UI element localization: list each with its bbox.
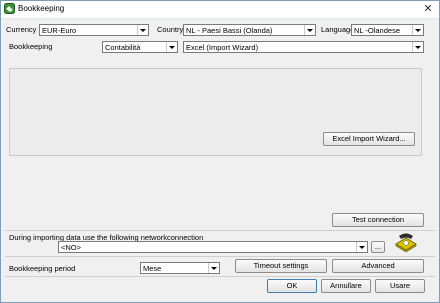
chevron-down-icon[interactable] [137, 25, 148, 35]
country-value: NL - Paesi Bassi (Olanda) [186, 26, 273, 35]
app-icon [4, 3, 15, 14]
bookkeeping-value: Contabilità [105, 43, 141, 52]
close-icon[interactable]: ✕ [421, 2, 435, 16]
period-label: Bookkeeping period [9, 264, 76, 273]
bookkeeping-label: Bookkeeping [9, 42, 53, 51]
period-value: Mese [143, 264, 162, 273]
cancel-button[interactable]: Annullare [321, 279, 371, 293]
chevron-down-icon[interactable] [412, 25, 423, 35]
advanced-button[interactable]: Advanced [332, 259, 424, 273]
separator [5, 276, 435, 277]
timeout-settings-button[interactable]: Timeout settings [235, 259, 327, 273]
chevron-down-icon[interactable] [304, 25, 315, 35]
ok-button[interactable]: OK [267, 279, 317, 293]
language-value: NL -Olandese [354, 26, 400, 35]
separator [5, 230, 435, 231]
telephone-icon [395, 233, 417, 252]
bookkeeping-dialog: Bookkeeping ✕ Currency EUR-Euro Country … [0, 0, 440, 303]
chevron-down-icon[interactable] [356, 242, 367, 252]
network-connection-select[interactable]: <NO> [58, 241, 368, 253]
chevron-down-icon[interactable] [412, 42, 423, 52]
currency-value: EUR-Euro [42, 26, 77, 35]
import-format-value: Excel (Import Wizard) [186, 43, 259, 52]
browse-button[interactable]: ... [371, 241, 385, 253]
country-label: Country [157, 25, 184, 34]
window-title: Bookkeeping [18, 4, 65, 13]
currency-select[interactable]: EUR-Euro [39, 24, 149, 36]
bookkeeping-select[interactable]: Contabilità [102, 41, 178, 53]
title-bar: Bookkeeping ✕ [1, 1, 439, 19]
test-connection-button[interactable]: Test connection [332, 213, 424, 227]
network-connection-value: <NO> [61, 243, 82, 252]
language-select[interactable]: NL -Olandese [351, 24, 424, 36]
period-select[interactable]: Mese [140, 262, 220, 274]
language-label: Language [321, 25, 355, 34]
country-select[interactable]: NL - Paesi Bassi (Olanda) [183, 24, 316, 36]
import-settings-panel: Excel Import Wizard... [9, 68, 422, 156]
use-button[interactable]: Usare [375, 279, 425, 293]
chevron-down-icon[interactable] [208, 263, 219, 273]
excel-import-wizard-button[interactable]: Excel Import Wizard... [323, 132, 415, 146]
import-format-select[interactable]: Excel (Import Wizard) [183, 41, 424, 53]
chevron-down-icon[interactable] [166, 42, 177, 52]
separator [5, 256, 435, 257]
currency-label: Currency [6, 25, 37, 34]
